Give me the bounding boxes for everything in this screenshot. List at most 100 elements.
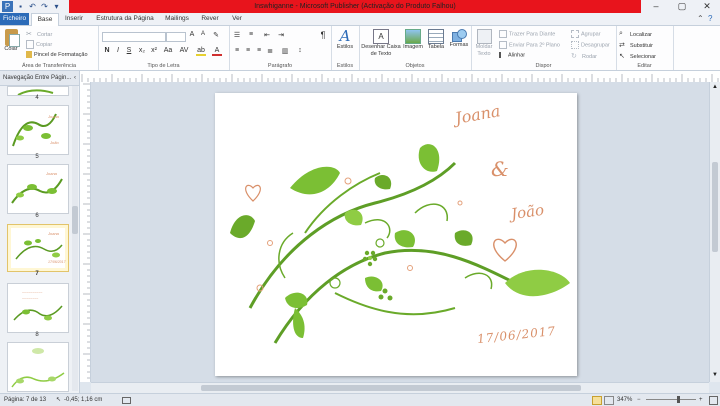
send-backward-label: Enviar Para 2º Plano: [509, 42, 560, 49]
font-size-combo[interactable]: [166, 32, 186, 42]
character-spacing-icon[interactable]: AV: [179, 47, 189, 54]
styles-group-label: Estilos: [336, 63, 354, 69]
zoom-slider-handle[interactable]: [677, 396, 680, 403]
show-marks-icon[interactable]: ¶: [318, 30, 328, 40]
tab-insert[interactable]: Inserir: [60, 13, 88, 25]
tab-home[interactable]: Base: [31, 13, 59, 26]
rotate-icon: ↻: [571, 53, 577, 60]
bring-forward-icon: [499, 30, 507, 38]
align-icon: [499, 52, 506, 58]
page-indicator[interactable]: Página: 7 de 13: [4, 394, 46, 406]
justify-icon[interactable]: ≣: [265, 47, 275, 55]
align-label: Alinhar: [508, 52, 526, 59]
close-button[interactable]: ✕: [694, 0, 720, 13]
copy-button[interactable]: Copiar: [26, 40, 52, 49]
page-thumbnail-9[interactable]: [7, 342, 69, 392]
grow-font-icon[interactable]: A: [187, 31, 197, 38]
draw-textbox-button[interactable]: A Desenhar Caixa de Texto: [361, 29, 401, 58]
tab-file[interactable]: Ficheiro: [0, 13, 29, 25]
subscript-button[interactable]: x₂: [137, 47, 147, 54]
copy-icon: [26, 40, 34, 49]
save-icon[interactable]: ▪: [15, 1, 26, 12]
vertical-scroll-thumb[interactable]: [712, 162, 718, 252]
bold-button[interactable]: N: [102, 47, 112, 54]
fit-page-icon[interactable]: [709, 396, 718, 405]
draw-textbox-label: Desenhar Caixa de Texto: [361, 44, 401, 57]
paste-button[interactable]: Colar: [3, 29, 20, 52]
find-button[interactable]: ⌕ Localizar: [619, 30, 652, 39]
thumbnail-9-art: [11, 348, 65, 388]
group-button[interactable]: Agrupar: [571, 30, 601, 38]
scroll-down-icon[interactable]: ▼: [712, 372, 718, 378]
bullets-icon[interactable]: ☰: [232, 31, 242, 39]
single-page-view-icon[interactable]: [592, 396, 602, 405]
align-center-icon[interactable]: ≡: [243, 47, 253, 54]
qat-menu-icon[interactable]: ▾: [51, 1, 62, 12]
maximize-button[interactable]: ▢: [669, 0, 695, 13]
styles-button[interactable]: A Estilos: [333, 29, 357, 51]
wrap-text-label: Moldar Texto: [475, 44, 493, 57]
redo-icon[interactable]: ↷: [39, 1, 50, 12]
decrease-indent-icon[interactable]: ⇤: [262, 31, 272, 39]
zoom-out-icon[interactable]: −: [637, 394, 641, 406]
ampersand[interactable]: &: [491, 157, 509, 181]
minimize-button[interactable]: –: [643, 0, 669, 13]
tab-review[interactable]: Rever: [197, 13, 223, 25]
shapes-button[interactable]: Formas: [448, 29, 470, 48]
help-icon[interactable]: ?: [708, 14, 712, 23]
zoom-slider[interactable]: [646, 399, 696, 400]
superscript-button[interactable]: x²: [149, 47, 159, 54]
font-name-combo[interactable]: [102, 32, 166, 42]
shrink-font-icon[interactable]: A: [198, 31, 208, 37]
picture-button[interactable]: Imagem: [402, 29, 424, 50]
ungroup-label: Desagrupar: [581, 42, 610, 49]
svg-text:~~~~~~~~~~: ~~~~~~~~~~: [22, 291, 42, 295]
send-backward-button[interactable]: Enviar Para 2º Plano: [499, 41, 560, 49]
undo-icon[interactable]: ↶: [27, 1, 38, 12]
ungroup-button[interactable]: Desagrupar: [571, 41, 610, 49]
page-thumbnail-8[interactable]: ~~~~~~~~~~ ~~~~~~~~: [7, 283, 69, 333]
publication-page[interactable]: Joana & João 17/06/2017: [215, 93, 577, 376]
table-button[interactable]: Tabela: [425, 29, 447, 50]
page-number-7: 7: [35, 271, 39, 277]
align-button[interactable]: Alinhar: [499, 52, 525, 58]
minimize-ribbon-icon[interactable]: ⌃: [697, 14, 704, 23]
two-page-view-icon[interactable]: [604, 396, 614, 405]
rotate-button[interactable]: ↻ Rodar: [571, 52, 597, 61]
highlight-icon[interactable]: ab: [196, 47, 206, 56]
page-thumbnail-6[interactable]: Joana: [7, 164, 69, 214]
italic-button[interactable]: I: [113, 47, 123, 54]
thumbnail-6-art: Joana: [11, 171, 63, 204]
align-right-icon[interactable]: ≡: [254, 47, 264, 54]
vertical-ruler[interactable]: [80, 82, 91, 382]
line-spacing-icon[interactable]: ↕: [295, 47, 305, 54]
numbering-icon[interactable]: ≡: [246, 31, 256, 38]
tab-page-design[interactable]: Estrutura da Página: [92, 13, 158, 25]
increase-indent-icon[interactable]: ⇥: [276, 31, 286, 39]
zoom-in-icon[interactable]: +: [699, 394, 703, 406]
select-button[interactable]: ↖ Selecionar: [619, 52, 656, 61]
columns-icon[interactable]: ▥: [280, 47, 290, 55]
horizontal-scroll-thumb[interactable]: [201, 385, 581, 391]
tab-view[interactable]: Ver: [226, 13, 248, 25]
cut-button[interactable]: ✂ Cortar: [26, 30, 52, 39]
bring-forward-button[interactable]: Trazer Para Diante: [499, 30, 555, 38]
zoom-level[interactable]: 347%: [617, 394, 632, 406]
scroll-up-icon[interactable]: ▲: [712, 84, 718, 90]
nav-scroll-thumb[interactable]: [72, 206, 78, 234]
nav-scrollbar[interactable]: [72, 86, 78, 391]
collapse-pane-icon[interactable]: ‹: [74, 71, 76, 85]
change-case-icon[interactable]: Aa: [163, 47, 173, 54]
svg-text:Joana: Joana: [45, 171, 58, 176]
wrap-text-button[interactable]: Moldar Texto: [473, 29, 495, 58]
replace-button[interactable]: ⇄ Substituir: [619, 41, 653, 50]
font-color-icon[interactable]: A: [212, 47, 222, 56]
clear-format-icon[interactable]: ✎: [211, 31, 221, 39]
page-thumbnail-7[interactable]: Joana 17/06/2017: [7, 224, 69, 272]
format-painter-button[interactable]: Pincel de Formatação: [26, 51, 88, 58]
align-left-icon[interactable]: ≡: [232, 47, 242, 54]
tab-mailings[interactable]: Mailings: [160, 13, 194, 25]
vertical-scrollbar[interactable]: ▲ ▼: [709, 82, 720, 382]
page-thumbnail-5[interactable]: Joana João: [7, 105, 69, 155]
underline-button[interactable]: S: [124, 47, 134, 54]
